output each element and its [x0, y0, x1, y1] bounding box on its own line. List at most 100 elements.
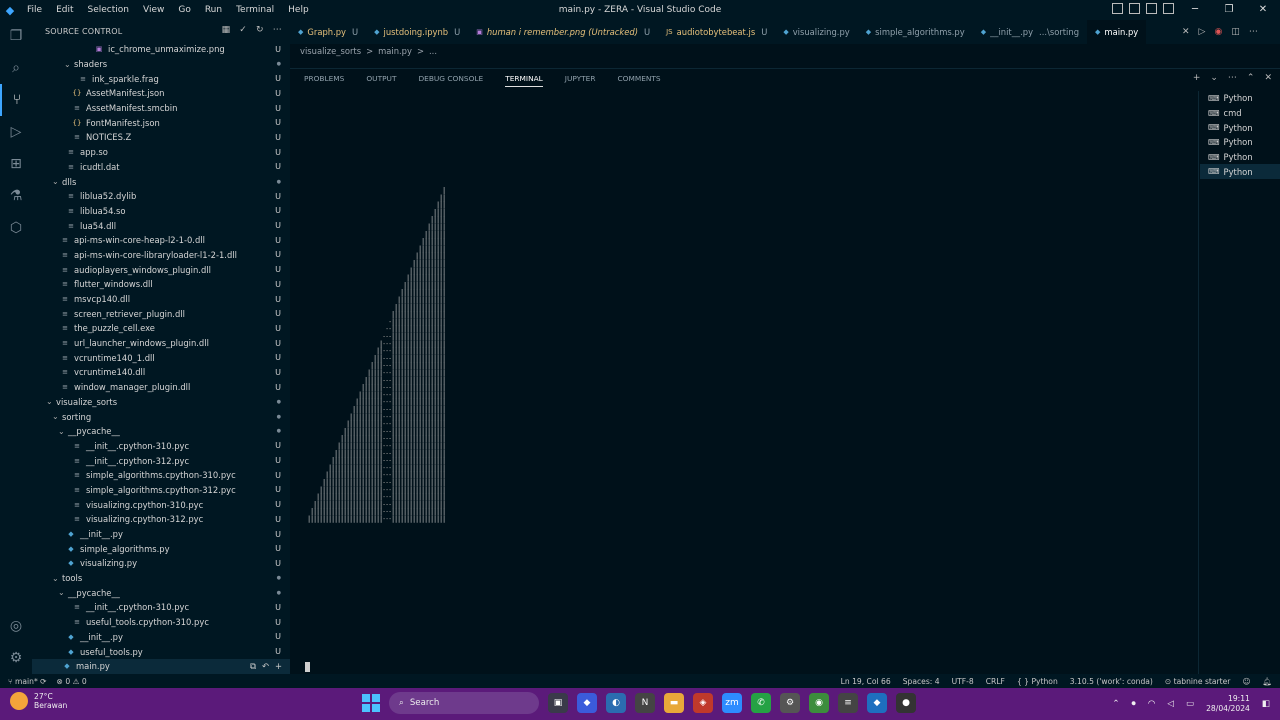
- toggle-secondary-sidebar-icon[interactable]: [1146, 3, 1157, 14]
- discard-changes-icon[interactable]: ↶: [262, 661, 269, 672]
- panel-tab-output[interactable]: OUTPUT: [366, 74, 396, 87]
- python-interpreter[interactable]: 3.10.5 ('work': conda): [1070, 677, 1153, 686]
- notepad-icon[interactable]: ≡: [838, 693, 858, 713]
- edge-icon[interactable]: ◐: [606, 693, 626, 713]
- editor-tab[interactable]: ▣ human i remember.png (Untracked) U: [468, 20, 658, 44]
- menu-item-selection[interactable]: Selection: [81, 5, 136, 15]
- editor-tab[interactable]: ◆ simple_algorithms.py: [858, 20, 973, 44]
- steam-icon[interactable]: ⚙: [780, 693, 800, 713]
- run-debug-icon[interactable]: ▷: [0, 116, 32, 148]
- file-explorer-icon[interactable]: ▬: [664, 693, 684, 713]
- maximize-panel-icon[interactable]: ⌃: [1247, 73, 1255, 83]
- problems-indicator[interactable]: ⊗ 0 ⚠ 0: [57, 677, 87, 686]
- tray-overflow-icon[interactable]: ⌃: [1112, 699, 1119, 709]
- start-icon[interactable]: [362, 694, 380, 712]
- github-icon[interactable]: ●: [896, 693, 916, 713]
- tree-item[interactable]: ◆ visualizing.py U: [32, 556, 290, 571]
- tree-item[interactable]: ≡ ink_sparkle.frag U: [32, 71, 290, 86]
- maximize-icon[interactable]: ❐: [1212, 0, 1246, 20]
- tree-item[interactable]: ≡ flutter_windows.dll U: [32, 277, 290, 292]
- terminal-instance[interactable]: ⌨ Python: [1200, 164, 1280, 180]
- clock[interactable]: 19:11 28/04/2024: [1206, 694, 1250, 714]
- language-mode[interactable]: { } Python: [1017, 677, 1058, 686]
- editor-tab[interactable]: JS audiotobytebeat.js U: [658, 20, 775, 44]
- volume-icon[interactable]: ◁: [1167, 699, 1174, 709]
- tree-item[interactable]: ≡ msvcp140.dll U: [32, 292, 290, 307]
- tree-item[interactable]: ⌄ visualize_sorts ●: [32, 395, 290, 410]
- new-terminal-icon[interactable]: +: [1193, 73, 1201, 83]
- tree-item[interactable]: ⌄ shaders ●: [32, 57, 290, 72]
- tree-item[interactable]: ≡ url_launcher_windows_plugin.dll U: [32, 336, 290, 351]
- tree-item[interactable]: ≡ liblua54.so U: [32, 204, 290, 219]
- taskbar-search[interactable]: ⌕ Search: [389, 692, 539, 714]
- customize-layout-icon[interactable]: [1163, 3, 1174, 14]
- app-red-icon[interactable]: ◈: [693, 693, 713, 713]
- tree-item[interactable]: ≡ AssetManifest.smcbin U: [32, 101, 290, 116]
- breadcrumb-item[interactable]: ...: [429, 46, 437, 56]
- tree-item[interactable]: ≡ simple_algorithms.cpython-310.pyc U: [32, 468, 290, 483]
- panel-more-icon[interactable]: ⋯: [1228, 73, 1237, 83]
- vscode-taskbar-icon[interactable]: ◆: [867, 693, 887, 713]
- tree-item[interactable]: ≡ __init__.cpython-310.pyc U: [32, 439, 290, 454]
- tree-item[interactable]: ≡ api-ms-win-core-heap-l2-1-0.dll U: [32, 233, 290, 248]
- indentation[interactable]: Spaces: 4: [903, 677, 940, 686]
- tree-item[interactable]: ◆ simple_algorithms.py U: [32, 541, 290, 556]
- discard-icon[interactable]: ▦: [222, 25, 231, 35]
- tree-item[interactable]: ≡ visualizing.cpython-312.pyc U: [32, 512, 290, 527]
- close-panel-icon[interactable]: ✕: [1264, 73, 1272, 83]
- wifi-icon[interactable]: ◠: [1148, 699, 1156, 709]
- tree-item[interactable]: ≡ useful_tools.cpython-310.pyc U: [32, 615, 290, 630]
- open-file-icon[interactable]: ⧉: [250, 661, 256, 672]
- tree-item[interactable]: ◆ main.py ⧉ ↶ +: [32, 658, 290, 674]
- menu-item-file[interactable]: File: [20, 5, 49, 15]
- tree-item[interactable]: ◆ useful_tools.py U: [32, 644, 290, 659]
- menu-item-terminal[interactable]: Terminal: [229, 5, 281, 15]
- whatsapp-icon[interactable]: ✆: [751, 693, 771, 713]
- feedback-icon[interactable]: ☺: [1242, 677, 1250, 686]
- notifications-icon[interactable]: 🔔︎: [1262, 677, 1272, 686]
- search-icon[interactable]: ⌕: [0, 52, 32, 84]
- tree-item[interactable]: ⌄ __pycache__ ●: [32, 585, 290, 600]
- toggle-sidebar-icon[interactable]: [1112, 3, 1123, 14]
- zoom-icon[interactable]: zm: [722, 693, 742, 713]
- tree-item[interactable]: ⌄ __pycache__ ●: [32, 424, 290, 439]
- tree-item[interactable]: ▣ ic_chrome_unmaximize.png U: [32, 42, 290, 57]
- run-python-icon[interactable]: ▷: [1199, 27, 1206, 37]
- cursor-position[interactable]: Ln 19, Col 66: [841, 677, 891, 686]
- tree-item[interactable]: ≡ lua54.dll U: [32, 218, 290, 233]
- copilot-icon[interactable]: ◆: [577, 693, 597, 713]
- record-icon[interactable]: ◉: [1214, 27, 1222, 37]
- terminal-instance[interactable]: ⌨ Python: [1200, 91, 1280, 106]
- panel-tab-jupyter[interactable]: JUPYTER: [565, 74, 596, 87]
- editor-tab[interactable]: ◆ justdoing.ipynb U: [366, 20, 468, 44]
- split-editor-icon[interactable]: ◫: [1231, 27, 1240, 37]
- breadcrumb-item[interactable]: visualize_sorts: [300, 46, 361, 56]
- account-icon[interactable]: ◎: [0, 610, 32, 642]
- commit-check-icon[interactable]: ✓: [239, 25, 247, 35]
- minimize-icon[interactable]: ─: [1178, 0, 1212, 20]
- tabnine-status[interactable]: ⊙ tabnine starter: [1165, 677, 1231, 686]
- toggle-panel-icon[interactable]: [1129, 3, 1140, 14]
- microphone-icon[interactable]: ⏺: [1132, 699, 1136, 709]
- explorer-icon[interactable]: ❐: [0, 20, 32, 52]
- close-window-icon[interactable]: ✕: [1246, 0, 1280, 20]
- menu-item-edit[interactable]: Edit: [49, 5, 80, 15]
- tree-item[interactable]: ⌄ sorting ●: [32, 409, 290, 424]
- tree-item[interactable]: ≡ app.so U: [32, 145, 290, 160]
- terminal-instance[interactable]: ⌨ Python: [1200, 135, 1280, 150]
- tree-item[interactable]: ≡ window_manager_plugin.dll U: [32, 380, 290, 395]
- menu-item-go[interactable]: Go: [171, 5, 197, 15]
- tree-item[interactable]: {} FontManifest.json U: [32, 115, 290, 130]
- editor-tab[interactable]: ◆ __init__.py ...\sorting: [973, 20, 1087, 44]
- notification-center-icon[interactable]: ◧: [1262, 699, 1270, 709]
- menu-item-help[interactable]: Help: [281, 5, 316, 15]
- encoding[interactable]: UTF-8: [952, 677, 974, 686]
- tree-item[interactable]: ≡ visualizing.cpython-310.pyc U: [32, 497, 290, 512]
- extensions-icon[interactable]: ⊞: [0, 148, 32, 180]
- terminal-instance[interactable]: ⌨ cmd: [1200, 106, 1280, 121]
- editor-tab[interactable]: ◆ visualizing.py: [775, 20, 857, 44]
- settings-gear-icon[interactable]: ⚙: [0, 642, 32, 674]
- testing-icon[interactable]: ⚗: [0, 180, 32, 212]
- menu-item-run[interactable]: Run: [198, 5, 229, 15]
- weather-widget[interactable]: 27°C Berawan: [10, 692, 67, 710]
